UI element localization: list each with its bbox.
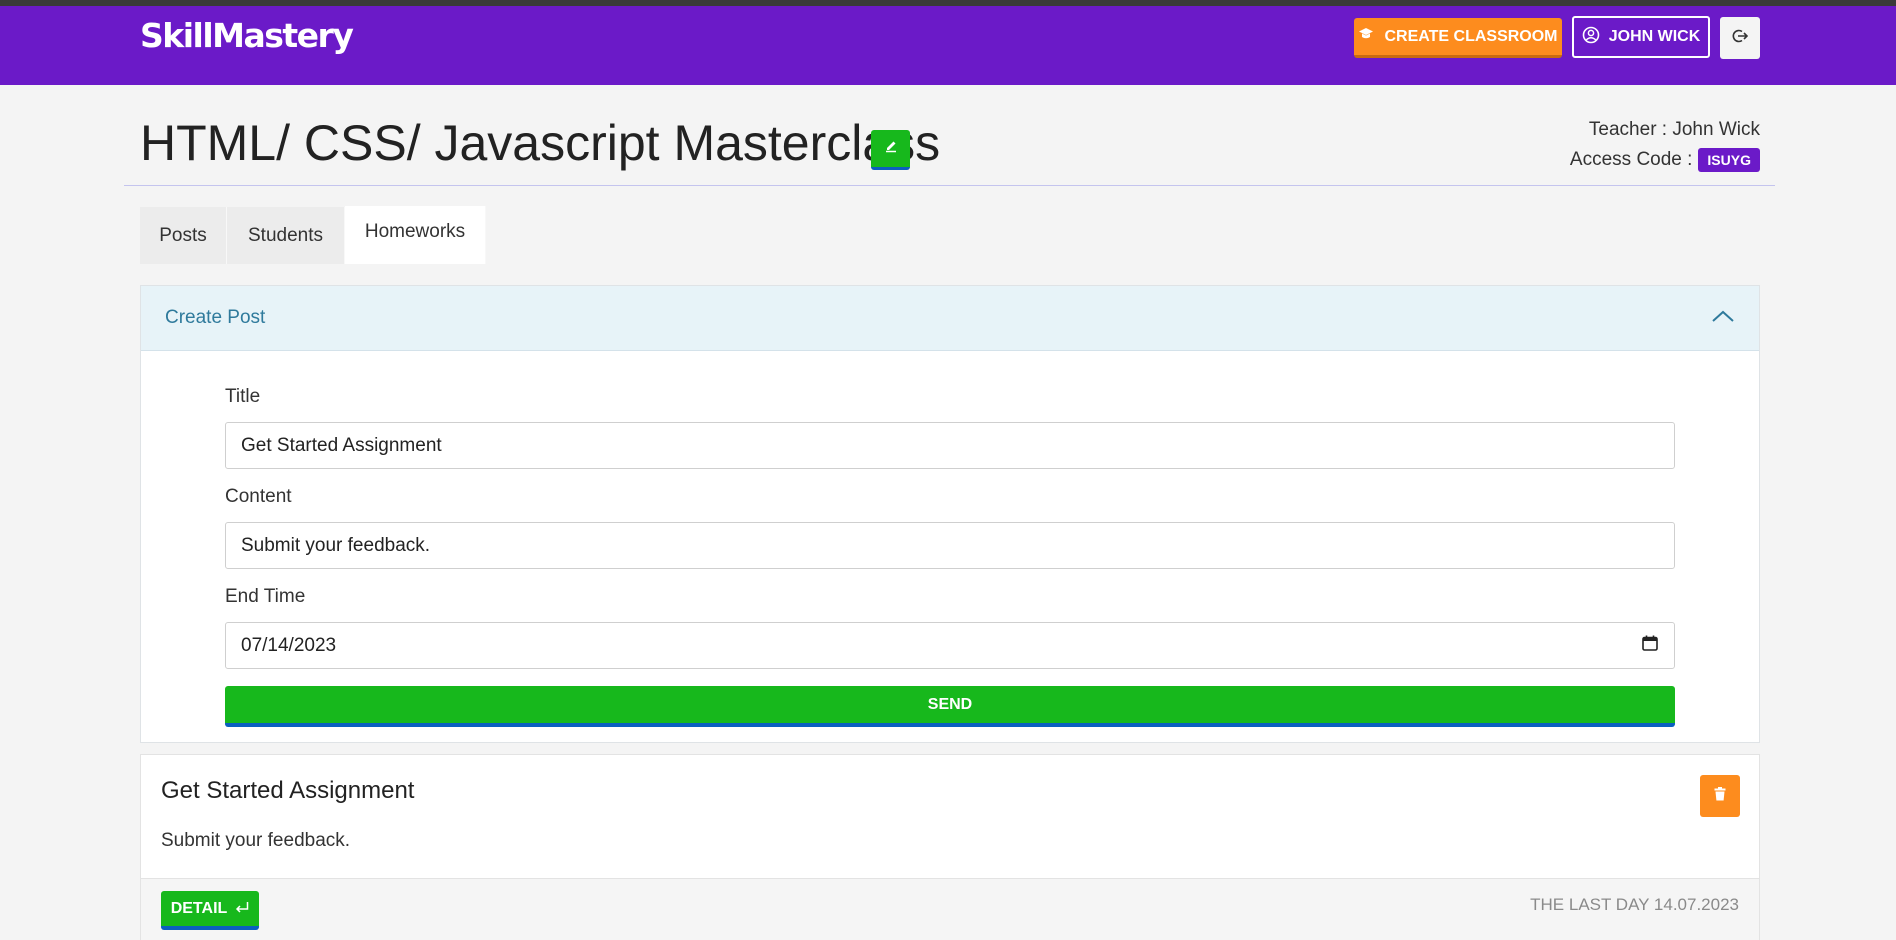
access-code-row: Access Code : ISUYG <box>1570 148 1760 172</box>
content-input[interactable]: Submit your feedback. <box>225 522 1675 569</box>
end-time-input[interactable]: 07/14/2023 <box>225 622 1675 669</box>
graduation-cap-icon <box>1358 27 1374 46</box>
post-title: Get Started Assignment <box>161 777 415 804</box>
return-arrow-icon <box>235 900 249 918</box>
title-input-value: Get Started Assignment <box>241 434 442 456</box>
tab-posts[interactable]: Posts <box>140 207 227 264</box>
title-label: Title <box>225 386 261 407</box>
create-post-form: Title Get Started Assignment Content Sub… <box>225 386 1675 727</box>
delete-post-button[interactable] <box>1700 775 1740 817</box>
user-profile-button[interactable]: JOHN WICK <box>1572 16 1710 58</box>
title-divider <box>124 185 1775 186</box>
navbar: SkillMastery CREATE CLASSROOM JOHN WICK <box>0 6 1896 85</box>
user-name-label: JOHN WICK <box>1608 28 1701 45</box>
title-input[interactable]: Get Started Assignment <box>225 422 1675 469</box>
create-post-header[interactable]: Create Post <box>141 286 1759 351</box>
detail-button[interactable]: DETAIL <box>161 891 259 930</box>
teacher-info: Teacher : John Wick <box>1588 119 1760 140</box>
logout-button[interactable] <box>1720 17 1760 59</box>
classroom-title: HTML/ CSS/ Javascript Masterclass <box>140 115 941 171</box>
tab-homeworks[interactable]: Homeworks <box>345 206 486 264</box>
create-classroom-label: CREATE CLASSROOM <box>1384 27 1558 45</box>
end-time-value: 07/14/2023 <box>241 634 337 656</box>
create-classroom-button[interactable]: CREATE CLASSROOM <box>1354 18 1562 58</box>
trash-icon <box>1714 786 1726 806</box>
user-circle-icon <box>1582 26 1600 49</box>
post-footer: DETAIL THE LAST DAY 14.07.2023 <box>141 878 1759 940</box>
brand-logo[interactable]: SkillMastery <box>140 16 354 55</box>
create-post-card: Create Post Title Get Started Assignment… <box>140 285 1760 743</box>
classroom-tabs: Posts Students Homeworks <box>140 206 486 264</box>
post-last-day: THE LAST DAY 14.07.2023 <box>1530 895 1739 914</box>
edit-classroom-button[interactable] <box>871 130 910 170</box>
content-label: Content <box>225 486 292 507</box>
pencil-icon <box>884 139 898 158</box>
homework-post-card: Get Started Assignment Submit your feedb… <box>140 754 1760 940</box>
detail-button-label: DETAIL <box>170 899 228 917</box>
chevron-up-icon[interactable] <box>1711 309 1735 328</box>
access-code-badge: ISUYG <box>1698 148 1760 172</box>
post-content: Submit your feedback. <box>161 830 351 851</box>
tab-students[interactable]: Students <box>227 207 345 264</box>
logout-icon <box>1732 28 1749 49</box>
send-button[interactable]: SEND <box>225 686 1675 727</box>
access-code-label: Access Code : <box>1569 149 1693 170</box>
content-input-value: Submit your feedback. <box>241 534 431 556</box>
create-post-heading: Create Post <box>165 307 266 328</box>
calendar-icon[interactable] <box>1641 634 1659 658</box>
end-time-label: End Time <box>225 586 306 607</box>
